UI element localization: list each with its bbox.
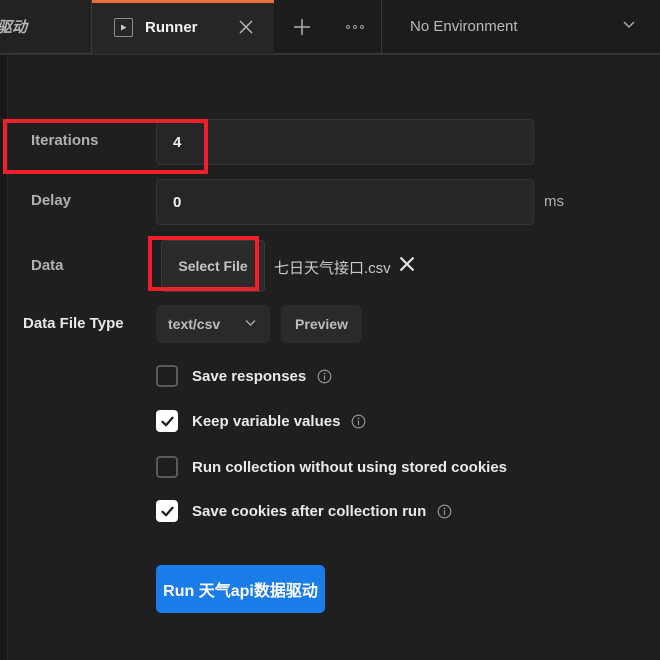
info-icon[interactable]: [317, 369, 332, 384]
data-row: Data Select File 七日天气接口.csv: [9, 240, 569, 292]
selected-file-name: 七日天气接口.csv: [274, 260, 391, 277]
delay-value: 0: [173, 193, 182, 211]
plus-icon[interactable]: [291, 16, 313, 38]
environment-label: No Environment: [410, 18, 518, 35]
chevron-down-icon: [243, 315, 258, 333]
option-label: Run collection without using stored cook…: [192, 458, 508, 476]
option-save-cookies[interactable]: Save cookies after collection run: [156, 500, 452, 522]
select-file-button[interactable]: Select File: [161, 240, 265, 292]
option-label: Save responses: [192, 367, 307, 385]
delay-label: Delay: [31, 192, 72, 209]
tab-bar: 据驱动 Runner No Environment: [0, 0, 660, 55]
option-label: Save cookies after collection run: [192, 502, 427, 520]
runner-settings-panel: Iterations 4 Delay 0 ms Data Select File…: [9, 55, 660, 660]
data-file-type-row: Data File Type text/csv Preview: [9, 305, 569, 343]
option-run-without-cookies[interactable]: Run collection without using stored cook…: [156, 456, 507, 478]
data-label: Data: [31, 257, 64, 274]
delay-unit-label: ms: [544, 193, 564, 210]
preview-button[interactable]: Preview: [281, 305, 362, 343]
iterations-label: Iterations: [31, 132, 99, 149]
checkbox-run-without-cookies[interactable]: [156, 456, 178, 478]
preview-label: Preview: [295, 316, 348, 332]
run-button-label: Run 天气api数据驱动: [163, 583, 318, 600]
ellipsis-icon[interactable]: [346, 24, 365, 29]
environment-selector[interactable]: No Environment: [382, 0, 660, 54]
iterations-input[interactable]: 4: [156, 119, 534, 165]
close-icon[interactable]: [236, 17, 256, 37]
option-save-responses[interactable]: Save responses: [156, 365, 332, 387]
select-file-label: Select File: [178, 258, 248, 274]
checkbox-save-responses[interactable]: [156, 365, 178, 387]
data-file-type-label: Data File Type: [23, 315, 124, 332]
tab-previous-collection[interactable]: 据驱动: [0, 0, 92, 54]
run-collection-button[interactable]: Run 天气api数据驱动: [156, 565, 325, 613]
data-file-type-select[interactable]: text/csv: [156, 305, 270, 343]
delay-row: Delay 0 ms: [9, 179, 569, 225]
tab-tools: [274, 0, 382, 54]
left-rail: [0, 55, 8, 660]
delay-input[interactable]: 0: [156, 179, 534, 225]
iterations-value-cell[interactable]: 4: [157, 120, 205, 164]
tab-previous-label: 据驱动: [0, 19, 28, 36]
tab-runner-label: Runner: [145, 18, 198, 36]
remove-file-icon[interactable]: [397, 254, 417, 279]
iterations-value: 4: [173, 133, 182, 151]
checkbox-save-cookies[interactable]: [156, 500, 178, 522]
info-icon[interactable]: [437, 504, 452, 519]
checkbox-keep-variable-values[interactable]: [156, 410, 178, 432]
iterations-row: Iterations 4: [9, 119, 534, 165]
option-keep-variable-values[interactable]: Keep variable values: [156, 410, 366, 432]
option-label: Keep variable values: [192, 412, 341, 430]
tab-runner[interactable]: Runner: [92, 0, 274, 54]
info-icon[interactable]: [351, 414, 366, 429]
data-file-type-value: text/csv: [168, 316, 221, 332]
play-icon: [114, 17, 133, 37]
chevron-down-icon: [620, 15, 638, 38]
